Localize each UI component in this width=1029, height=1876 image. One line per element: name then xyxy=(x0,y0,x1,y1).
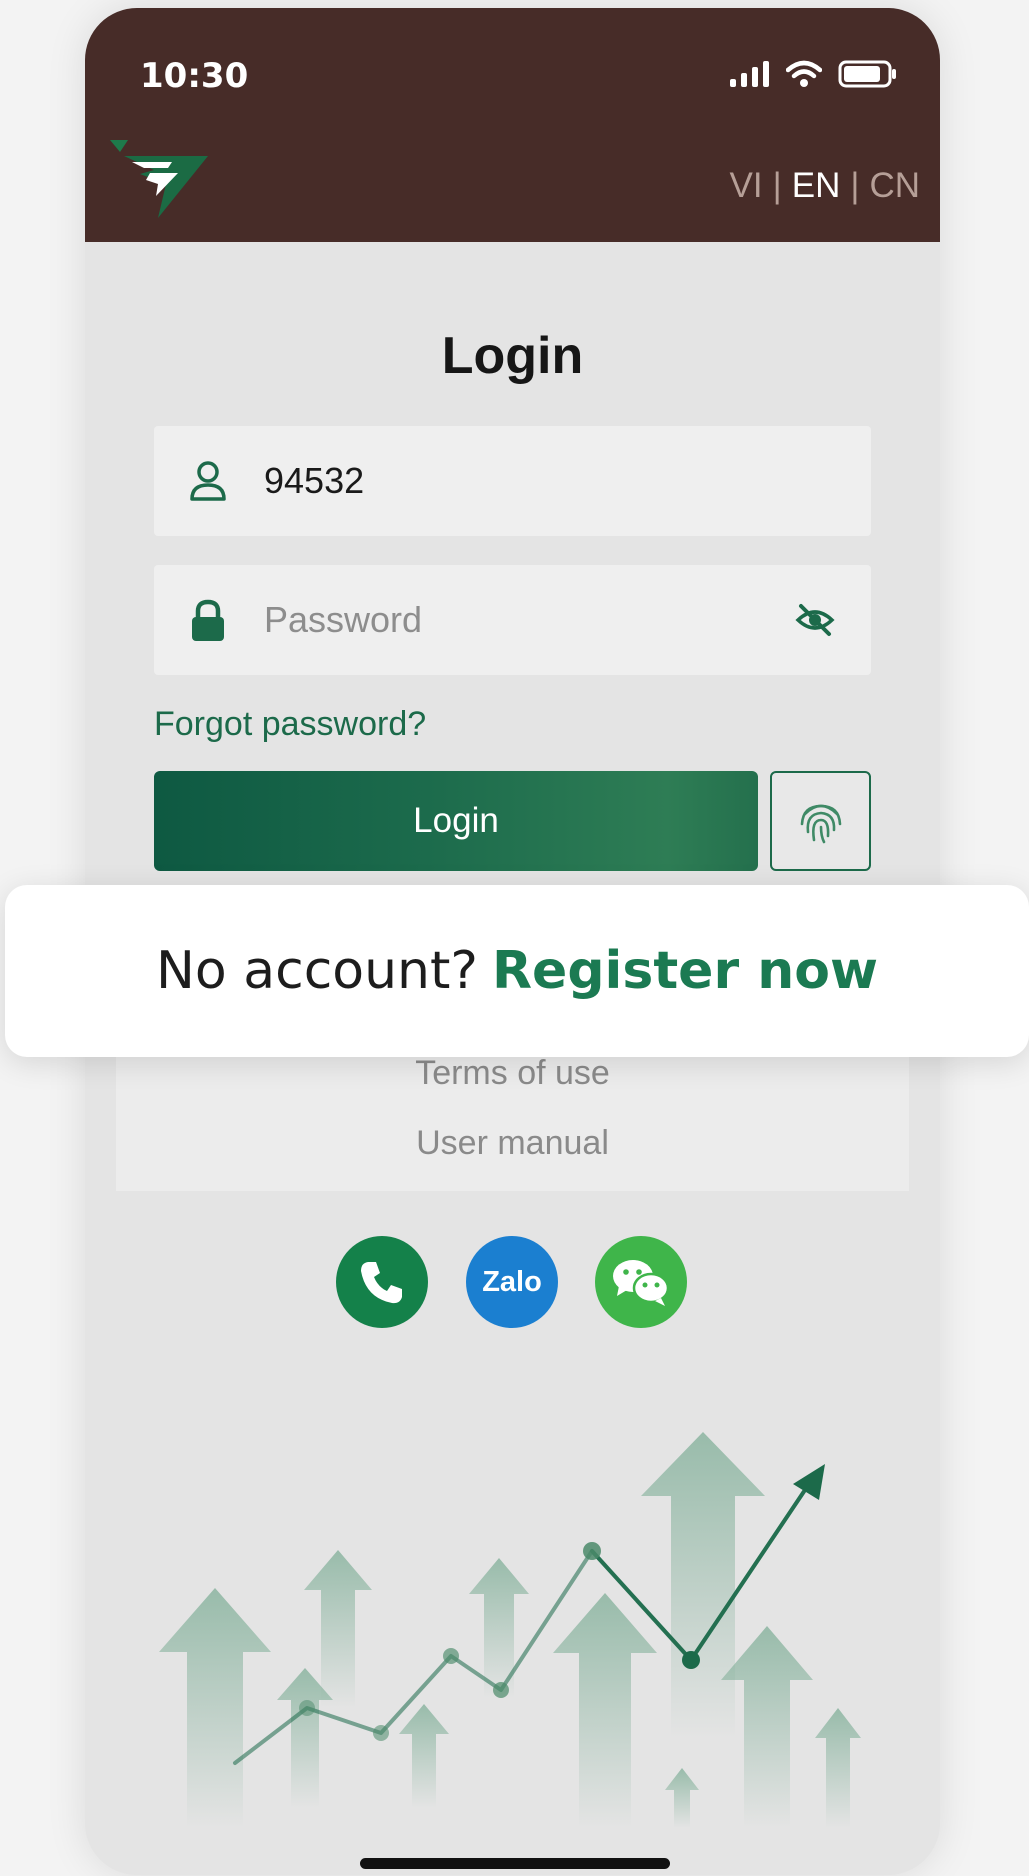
status-time: 10:30 xyxy=(140,56,249,96)
lang-vi[interactable]: VI xyxy=(730,166,763,206)
status-icons xyxy=(730,60,898,88)
app-logo xyxy=(110,140,208,218)
growth-chart-illustration xyxy=(159,1432,861,1828)
home-indicator[interactable] xyxy=(360,1858,670,1869)
register-question: No account? xyxy=(156,941,479,1001)
app-header: 10:30 VI | EN | CN xyxy=(85,8,940,242)
phone-contact-button[interactable] xyxy=(336,1236,428,1328)
lang-separator: | xyxy=(772,166,782,205)
register-banner: No account? Register now xyxy=(5,885,1029,1057)
forgot-password-link[interactable]: Forgot password? xyxy=(154,705,426,744)
battery-icon xyxy=(838,60,896,88)
zalo-icon: Zalo xyxy=(482,1265,542,1298)
lang-cn[interactable]: CN xyxy=(869,166,920,206)
user-manual-link[interactable]: User manual xyxy=(85,1124,940,1163)
register-now-link[interactable]: Register now xyxy=(492,941,878,1001)
username-input[interactable] xyxy=(264,460,764,502)
page-title: Login xyxy=(441,327,584,385)
wechat-icon xyxy=(613,1260,670,1306)
username-field[interactable] xyxy=(154,426,871,536)
wechat-contact-button[interactable] xyxy=(595,1236,687,1328)
fingerprint-icon xyxy=(800,804,841,844)
user-icon xyxy=(190,461,226,501)
lang-separator: | xyxy=(850,166,860,205)
password-input[interactable] xyxy=(264,599,764,641)
wifi-icon xyxy=(786,60,822,87)
terms-of-use-link[interactable]: Terms of use xyxy=(85,1054,940,1093)
zalo-contact-button[interactable]: Zalo xyxy=(466,1236,558,1328)
lock-icon xyxy=(192,599,224,641)
language-switcher: VI | EN | CN xyxy=(730,166,920,206)
login-button[interactable]: Login xyxy=(154,771,758,871)
signal-icon xyxy=(730,61,769,87)
phone-icon xyxy=(361,1262,402,1304)
password-field[interactable] xyxy=(154,565,871,675)
fingerprint-button[interactable] xyxy=(770,771,871,871)
eye-off-icon[interactable] xyxy=(795,603,835,637)
lang-en[interactable]: EN xyxy=(792,166,841,206)
